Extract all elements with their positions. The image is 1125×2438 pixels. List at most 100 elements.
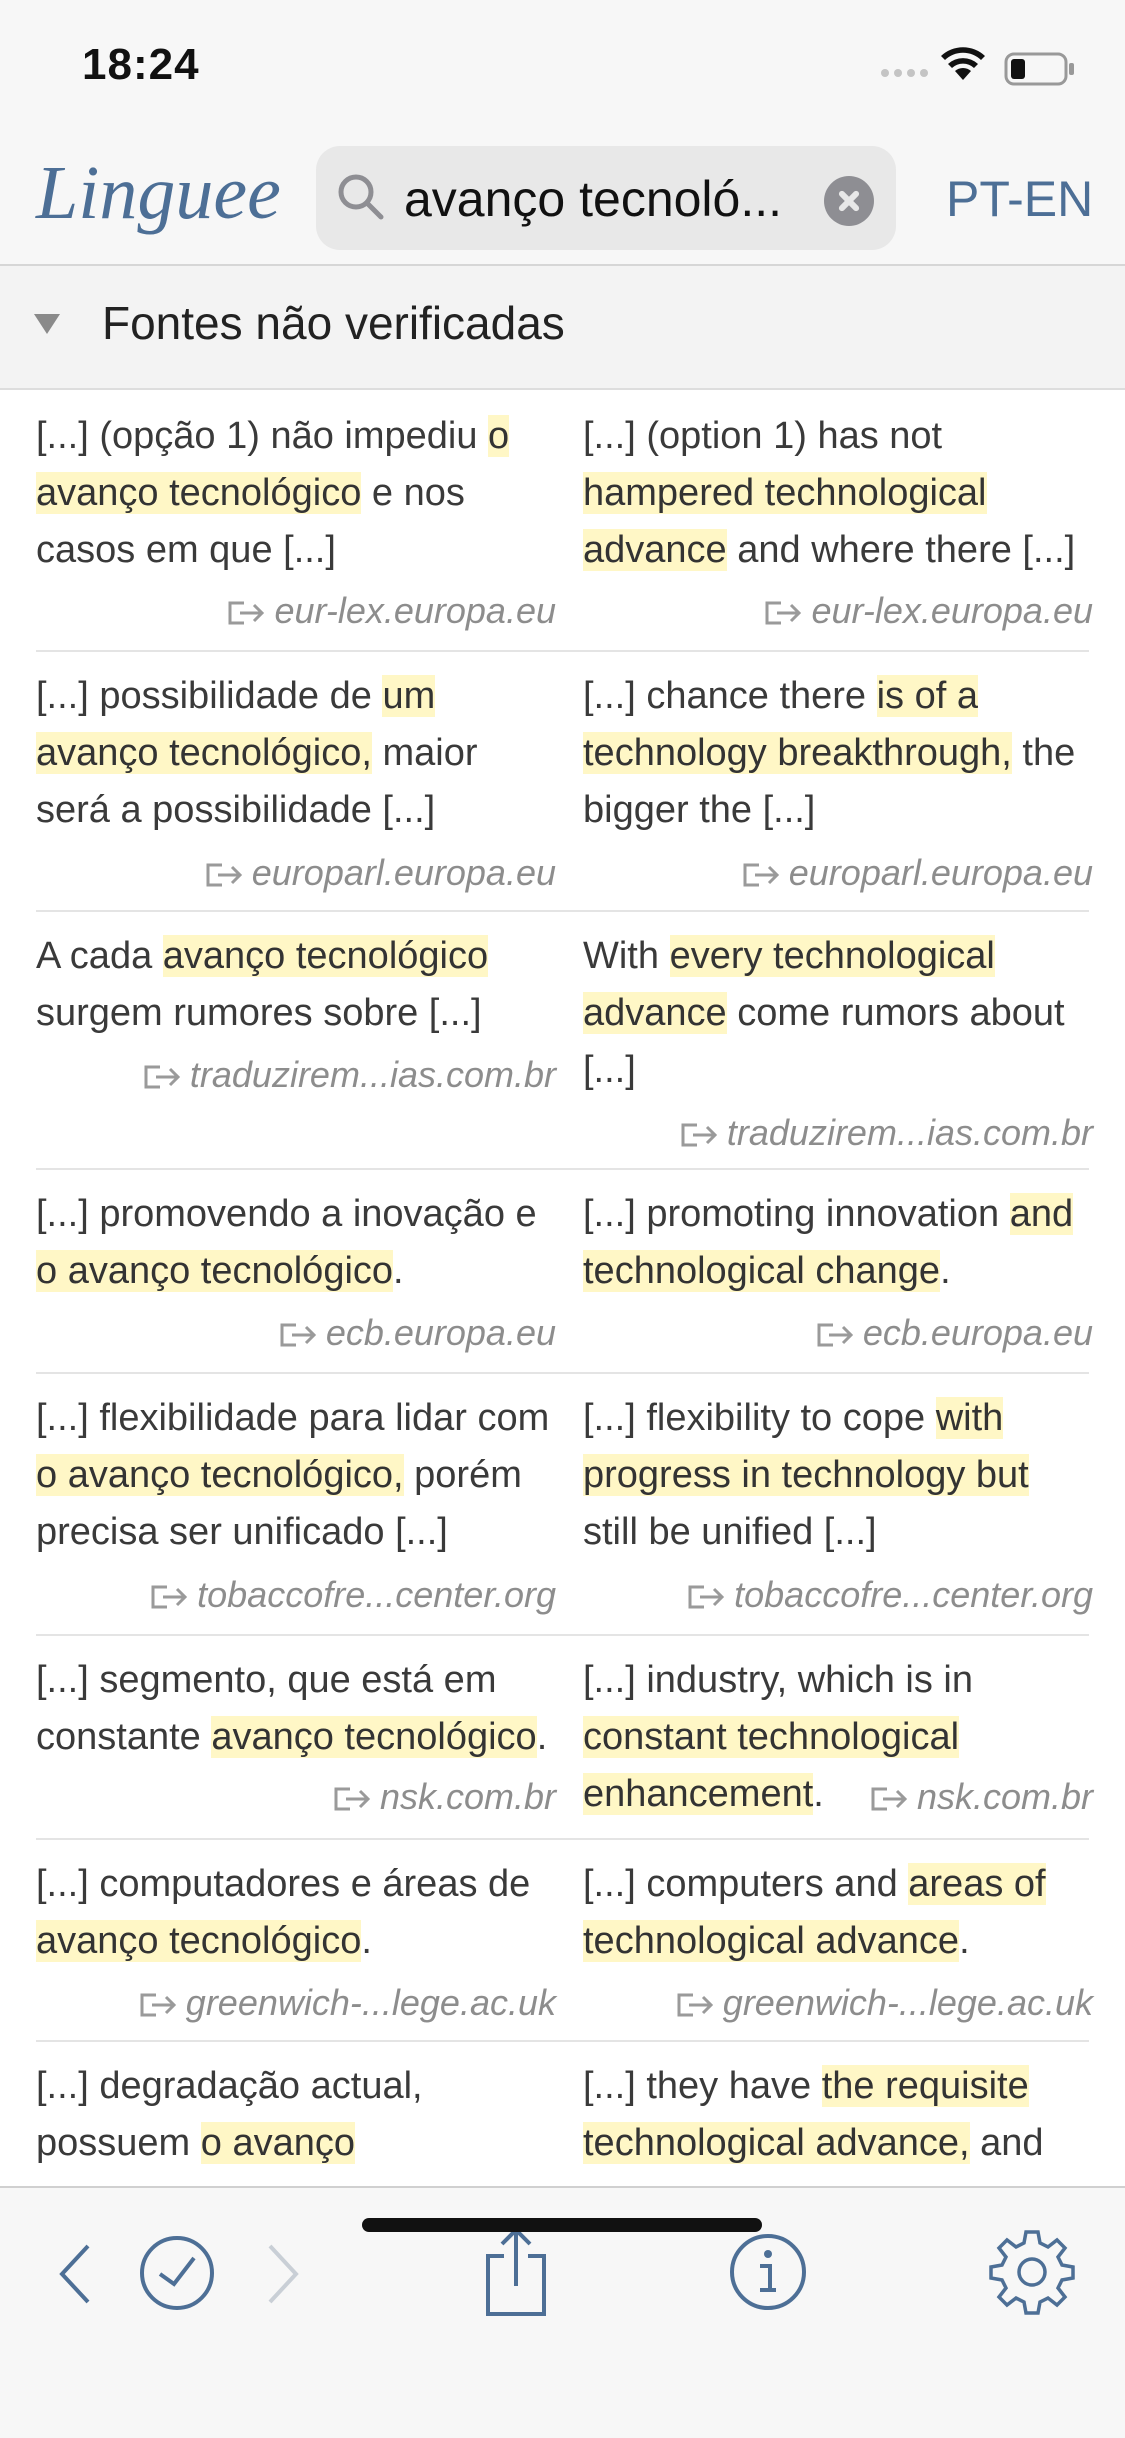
source-link[interactable]: eur-lex.europa.eu: [763, 582, 1093, 639]
source-link[interactable]: eur-lex.europa.eu: [226, 582, 556, 639]
search-bar[interactable]: avanço tecnoló...: [316, 146, 896, 250]
results-list[interactable]: [...] (opção 1) não impediu o avanço tec…: [0, 390, 1125, 2190]
result-row[interactable]: [...] flexibilidade para lidar com o ava…: [0, 1374, 1125, 1636]
external-link-icon: [681, 1123, 718, 1147]
source-domain: greenwich-...lege.ac.uk: [722, 1982, 1093, 2023]
section-title: Fontes não verificadas: [102, 297, 565, 349]
source-sentence: [...] promovendo a inovação e o avanço t…: [36, 1186, 556, 1366]
result-row[interactable]: [...] possibilidade de um avanço tecnoló…: [0, 652, 1125, 912]
sentence-fragment: .: [813, 1773, 824, 1815]
result-row[interactable]: [...] promovendo a inovação e o avanço t…: [0, 1170, 1125, 1374]
sentence-text: A cada avanço tecnológico surgem rumores…: [36, 928, 556, 1042]
sentence-text: [...] (opção 1) não impediu o avanço tec…: [36, 408, 556, 579]
collapse-triangle-icon[interactable]: [34, 314, 60, 334]
sentence-fragment: .: [361, 1920, 372, 1962]
external-link-icon: [817, 1323, 853, 1347]
sentence-fragment: and where there [...]: [726, 529, 1076, 571]
external-link-icon: [765, 601, 802, 625]
source-link[interactable]: traduzirem...ias.com.br: [142, 1046, 556, 1103]
home-indicator: [362, 2218, 762, 2232]
result-row[interactable]: [...] degradação actual, possuem o avanç…: [0, 2042, 1125, 2190]
chevron-left-icon[interactable]: [56, 2242, 96, 2306]
result-row[interactable]: [...] (opção 1) não impediu o avanço tec…: [0, 390, 1125, 652]
source-link[interactable]: ecb.europa.eu: [815, 1304, 1093, 1361]
status-time: 18:24: [82, 40, 200, 89]
source-domain: nsk.com.br: [916, 1776, 1093, 1817]
source-sentence: [...] (opção 1) não impediu o avanço tec…: [36, 408, 556, 648]
wifi-icon: [941, 47, 985, 80]
sentence-text: [...] promoting innovation and technolog…: [583, 1186, 1093, 1300]
highlighted-term: o avanço: [200, 2122, 355, 2164]
sentence-fragment: [...] computadores e áreas de: [36, 1863, 531, 1905]
sentence-text: [...] possibilidade de um avanço tecnoló…: [36, 668, 556, 839]
sentence-text: [...] computers and areas of technologic…: [583, 1856, 1093, 1970]
sentence-fragment: [...] (option 1) has not: [583, 415, 943, 457]
target-sentence: [...] flexibility to cope with progress …: [583, 1390, 1093, 1630]
external-link-icon: [871, 1787, 908, 1811]
source-link[interactable]: nsk.com.br: [869, 1768, 1093, 1825]
chevron-right-icon[interactable]: [262, 2242, 302, 2306]
external-link-icon: [206, 863, 242, 887]
source-domain: traduzirem...ias.com.br: [189, 1054, 556, 1095]
sentence-fragment: still be unified [...]: [583, 1511, 877, 1553]
clock-icon[interactable]: [138, 2234, 216, 2312]
sentence-fragment: With: [583, 935, 670, 977]
sentence-fragment: [...] flexibility to cope: [583, 1397, 936, 1439]
source-domain: tobaccofre...center.org: [197, 1574, 556, 1615]
sentence-fragment: .: [536, 1716, 548, 1758]
highlighted-term: avanço tecnológico: [36, 1920, 362, 1962]
search-input[interactable]: avanço tecnoló...: [404, 170, 782, 228]
target-sentence: [...] chance there is of a technology br…: [583, 668, 1093, 908]
share-icon[interactable]: [484, 2226, 548, 2318]
result-row[interactable]: A cada avanço tecnológico surgem rumores…: [0, 912, 1125, 1170]
highlighted-term: o avanço tecnológico: [36, 1250, 394, 1292]
battery-icon: [1004, 52, 1074, 86]
sentence-fragment: surgem rumores sobre [...]: [36, 992, 482, 1034]
language-pair-button[interactable]: PT-EN: [946, 170, 1093, 228]
cellular-signal-icon: [881, 69, 928, 77]
external-link-icon: [280, 1323, 316, 1347]
source-link[interactable]: ecb.europa.eu: [278, 1304, 556, 1361]
result-row[interactable]: [...] computadores e áreas de avanço tec…: [0, 1840, 1125, 2042]
sentence-text: With every technological advance come ru…: [583, 928, 1093, 1099]
source-link[interactable]: greenwich-...lege.ac.uk: [138, 1974, 556, 2031]
sentence-text: [...] they have the requisite technologi…: [583, 2058, 1093, 2172]
target-sentence: [...] promoting innovation and technolog…: [583, 1186, 1093, 1366]
source-link[interactable]: nsk.com.br: [332, 1768, 556, 1825]
external-link-icon: [151, 1585, 188, 1609]
source-domain: nsk.com.br: [379, 1776, 556, 1817]
source-sentence: [...] degradação actual, possuem o avanç…: [36, 2058, 556, 2190]
source-domain: eur-lex.europa.eu: [274, 590, 556, 631]
sentence-fragment: .: [940, 1250, 951, 1292]
linguee-logo[interactable]: Linguee: [36, 150, 281, 237]
clear-search-button[interactable]: [824, 176, 874, 226]
source-link[interactable]: tobaccofre...center.org: [686, 1566, 1093, 1623]
target-sentence: [...] (option 1) has not hampered techno…: [583, 408, 1093, 648]
source-sentence: A cada avanço tecnológico surgem rumores…: [36, 928, 556, 1168]
sentence-text: [...] (option 1) has not hampered techno…: [583, 408, 1093, 579]
source-link[interactable]: greenwich-...lege.ac.uk: [675, 1974, 1093, 2031]
status-bar: 18:24: [0, 0, 1125, 140]
source-link[interactable]: traduzirem...ias.com.br: [679, 1104, 1093, 1161]
source-link[interactable]: tobaccofre...center.org: [149, 1566, 556, 1623]
target-sentence: [...] they have the requisite technologi…: [583, 2058, 1093, 2190]
source-link[interactable]: europarl.europa.eu: [204, 844, 556, 901]
source-sentence: [...] flexibilidade para lidar com o ava…: [36, 1390, 556, 1630]
result-row[interactable]: [...] segmento, que está em constante av…: [0, 1636, 1125, 1840]
sentence-text: [...] segmento, que está em constante av…: [36, 1652, 556, 1766]
source-domain: eur-lex.europa.eu: [811, 590, 1093, 631]
source-domain: ecb.europa.eu: [325, 1312, 556, 1353]
sentence-fragment: [...] (opção 1) não impediu: [36, 415, 489, 457]
external-link-icon: [677, 1993, 713, 2017]
target-sentence: [...] industry, which is in constant tec…: [583, 1652, 1093, 1832]
sentence-fragment: [...] promoting innovation: [583, 1193, 1010, 1235]
sentence-fragment: [...] they have: [583, 2065, 822, 2107]
sentence-fragment: [...] industry, which is in: [583, 1659, 973, 1701]
app-header: Linguee avanço tecnoló... PT-EN: [0, 140, 1125, 266]
info-icon[interactable]: [728, 2232, 808, 2312]
source-link[interactable]: europarl.europa.eu: [741, 844, 1093, 901]
gear-icon[interactable]: [988, 2228, 1076, 2316]
section-header[interactable]: Fontes não verificadas: [0, 266, 1125, 390]
source-domain: greenwich-...lege.ac.uk: [185, 1982, 556, 2023]
source-domain: tobaccofre...center.org: [734, 1574, 1093, 1615]
